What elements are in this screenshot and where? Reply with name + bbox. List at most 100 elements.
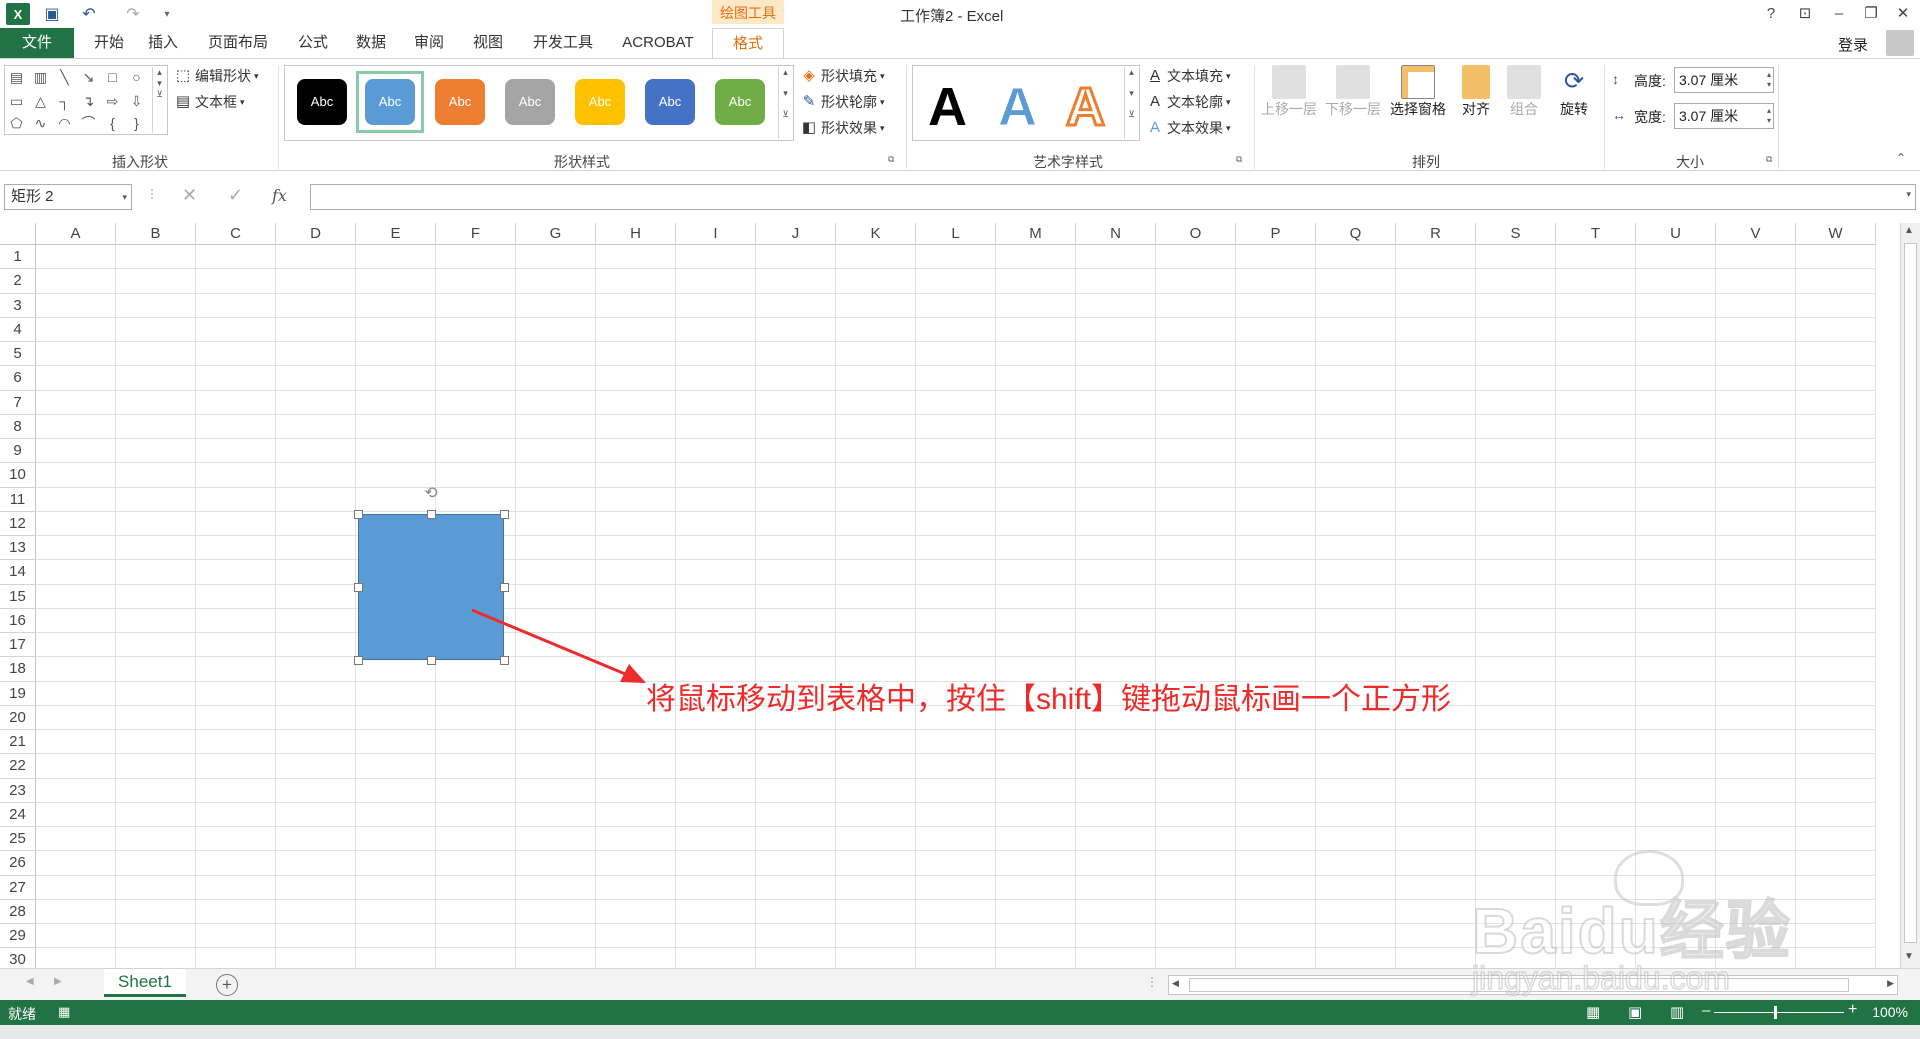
row-header[interactable]: 12: [0, 511, 36, 536]
rotate-button[interactable]: ⟳ 旋转: [1552, 65, 1596, 119]
sign-in-link[interactable]: 登录: [1838, 34, 1868, 55]
shapes-gallery-scroll[interactable]: ▴ ▾ ⊻: [152, 67, 166, 133]
save-icon[interactable]: ▣: [40, 3, 64, 25]
elbow-connector-shape-icon[interactable]: ┐: [56, 93, 73, 110]
shape-style-swatch[interactable]: Abc: [715, 79, 765, 125]
triangle-shape-icon[interactable]: △: [32, 93, 49, 110]
add-sheet-icon[interactable]: +: [216, 974, 238, 996]
column-header[interactable]: K: [836, 223, 916, 245]
zoom-out-icon[interactable]: –: [1702, 1002, 1710, 1019]
insert-function-icon[interactable]: fx: [272, 186, 287, 205]
resize-handle[interactable]: [354, 656, 363, 665]
row-header[interactable]: 29: [0, 924, 36, 949]
tab-page-layout[interactable]: 页面布局: [196, 28, 280, 58]
resize-handle[interactable]: [354, 510, 363, 519]
column-header[interactable]: V: [1716, 223, 1796, 245]
vertical-textbox-shape-icon[interactable]: ▥: [32, 69, 49, 86]
redo-icon[interactable]: ↷: [118, 3, 148, 25]
text-effects-button[interactable]: A 文本效果 ▾: [1146, 117, 1231, 139]
name-box[interactable]: 矩形 2 ▾: [4, 184, 132, 210]
shape-style-swatch[interactable]: Abc: [505, 79, 555, 125]
freeform-shape-icon[interactable]: ⬠: [8, 115, 25, 132]
tab-view[interactable]: 视图: [465, 28, 511, 58]
right-brace-shape-icon[interactable]: }: [128, 115, 145, 132]
row-header[interactable]: 19: [0, 681, 36, 706]
line-shape-icon[interactable]: ╲: [56, 69, 73, 86]
arc-shape-icon[interactable]: ◠: [56, 115, 73, 132]
close-icon[interactable]: ✕: [1888, 2, 1918, 26]
resize-handle[interactable]: [500, 510, 509, 519]
shape-styles-gallery-scroll[interactable]: ▴ ▾ ⊻: [778, 67, 792, 139]
cancel-icon[interactable]: ✕: [182, 185, 197, 206]
column-header[interactable]: U: [1636, 223, 1716, 245]
textbox-shape-icon[interactable]: ▤: [8, 69, 25, 86]
height-input[interactable]: 3.07 厘米 ▴ ▾: [1674, 67, 1774, 93]
zoom-slider[interactable]: [1714, 1012, 1844, 1013]
chevron-down-icon[interactable]: ▾: [122, 185, 127, 209]
minimize-icon[interactable]: –: [1824, 2, 1854, 26]
shape-style-swatch[interactable]: Abc: [645, 79, 695, 125]
shape-fill-button[interactable]: ◈ 形状填充 ▾: [800, 65, 884, 87]
down-arrow-shape-icon[interactable]: ⇩: [128, 93, 145, 110]
normal-view-icon[interactable]: ▦: [1586, 1003, 1600, 1021]
tab-acrobat[interactable]: ACROBAT: [616, 28, 700, 58]
tab-split-grip-icon[interactable]: ⋮: [1146, 975, 1158, 989]
row-header[interactable]: 23: [0, 778, 36, 803]
enter-icon[interactable]: ✓: [228, 185, 243, 206]
vertical-scrollbar[interactable]: ▲ ▼: [1900, 223, 1920, 968]
column-header[interactable]: E: [356, 223, 436, 245]
select-all-corner[interactable]: [0, 223, 36, 245]
column-header[interactable]: P: [1236, 223, 1316, 245]
expand-formula-bar-icon[interactable]: ▾: [1906, 189, 1911, 200]
help-icon[interactable]: ?: [1756, 2, 1786, 26]
column-header[interactable]: B: [116, 223, 196, 245]
tab-insert[interactable]: 插入: [140, 28, 186, 58]
row-header[interactable]: 9: [0, 439, 36, 464]
shape-style-swatch[interactable]: Abc: [297, 79, 347, 125]
row-header[interactable]: 5: [0, 342, 36, 367]
tab-formulas[interactable]: 公式: [290, 28, 336, 58]
scroll-down-icon[interactable]: ▼: [1904, 951, 1914, 962]
scroll-up-icon[interactable]: ▲: [1904, 225, 1914, 236]
row-header[interactable]: 26: [0, 851, 36, 876]
tab-developer[interactable]: 开发工具: [526, 28, 600, 58]
row-header[interactable]: 6: [0, 366, 36, 391]
width-spinner-icon[interactable]: ▴ ▾: [1767, 106, 1771, 126]
row-header[interactable]: 27: [0, 875, 36, 900]
customize-toolbar-icon[interactable]: ▾: [160, 3, 174, 25]
resize-handle[interactable]: [354, 583, 363, 592]
arrow-line-shape-icon[interactable]: ↘: [80, 69, 97, 86]
tab-file[interactable]: 文件: [0, 28, 74, 58]
wordart-blue[interactable]: A: [998, 77, 1038, 138]
scroll-left-icon[interactable]: ◀: [1172, 978, 1179, 989]
macro-recording-icon[interactable]: ▦: [58, 1004, 70, 1020]
row-header[interactable]: 8: [0, 414, 36, 439]
zoom-in-icon[interactable]: +: [1848, 1001, 1857, 1019]
column-header[interactable]: O: [1156, 223, 1236, 245]
resize-handle[interactable]: [500, 583, 509, 592]
curve-shape-icon[interactable]: ⌒: [80, 115, 97, 132]
column-header[interactable]: D: [276, 223, 356, 245]
shape-outline-button[interactable]: ✎ 形状轮廓 ▾: [800, 91, 885, 113]
tab-format[interactable]: 格式: [712, 28, 784, 58]
row-header[interactable]: 18: [0, 657, 36, 682]
row-header[interactable]: 20: [0, 705, 36, 730]
column-header[interactable]: M: [996, 223, 1076, 245]
wordart-black[interactable]: A: [928, 77, 967, 137]
group-button[interactable]: 组合: [1502, 65, 1546, 119]
selection-pane-button[interactable]: 选择窗格: [1386, 65, 1450, 119]
shape-style-swatch[interactable]: Abc: [575, 79, 625, 125]
vertical-scroll-thumb[interactable]: [1904, 243, 1917, 943]
shape-style-swatch[interactable]: Abc: [435, 79, 485, 125]
text-fill-button[interactable]: A 文本填充 ▾: [1146, 65, 1231, 87]
row-header[interactable]: 4: [0, 317, 36, 342]
height-spinner-icon[interactable]: ▴ ▾: [1767, 70, 1771, 90]
rounded-rectangle-shape-icon[interactable]: ▭: [8, 93, 25, 110]
column-header[interactable]: H: [596, 223, 676, 245]
page-layout-view-icon[interactable]: ▣: [1628, 1003, 1642, 1021]
ribbon-display-options-icon[interactable]: ⊡: [1790, 2, 1820, 26]
restore-icon[interactable]: ❐: [1856, 2, 1886, 26]
column-header[interactable]: T: [1556, 223, 1636, 245]
row-header[interactable]: 2: [0, 269, 36, 294]
tab-review[interactable]: 审阅: [406, 28, 452, 58]
